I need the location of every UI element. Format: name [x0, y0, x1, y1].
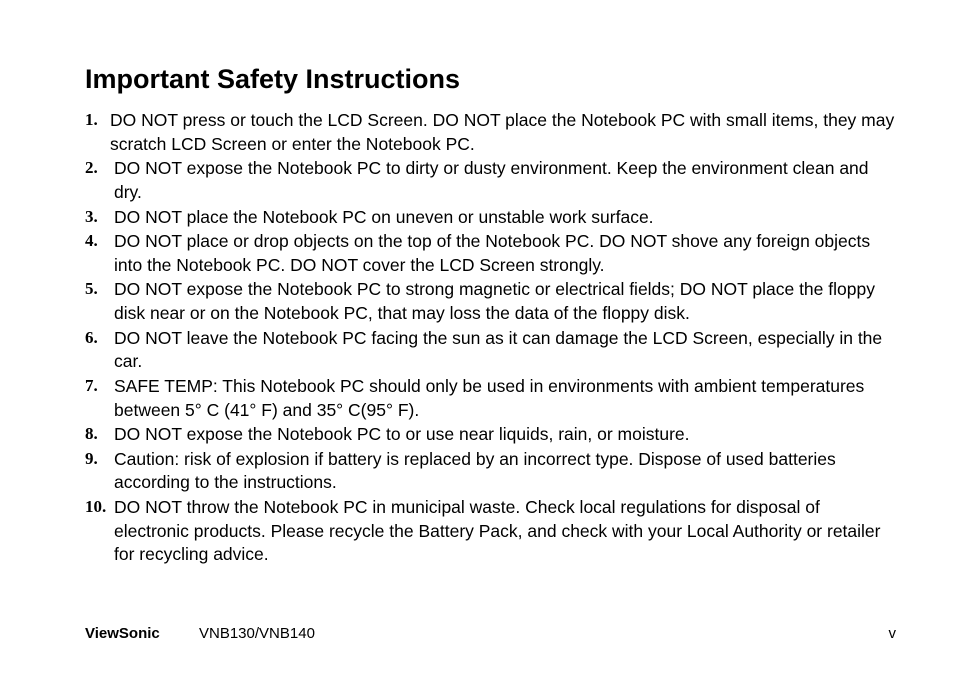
- list-item: 1. DO NOT press or touch the LCD Screen.…: [85, 109, 896, 156]
- footer-brand: ViewSonic: [85, 625, 199, 642]
- list-number: 1.: [85, 109, 110, 156]
- list-text: DO NOT place or drop objects on the top …: [114, 230, 896, 277]
- list-item: 7. SAFE TEMP: This Notebook PC should on…: [85, 375, 896, 422]
- list-text: DO NOT throw the Notebook PC in municipa…: [114, 496, 896, 567]
- footer-model: VNB130/VNB140: [199, 625, 315, 642]
- list-text: DO NOT leave the Notebook PC facing the …: [114, 327, 896, 374]
- list-item: 2. DO NOT expose the Notebook PC to dirt…: [85, 157, 896, 204]
- footer-page-number: v: [889, 625, 897, 642]
- safety-instructions-list: 1. DO NOT press or touch the LCD Screen.…: [85, 109, 896, 567]
- list-number: 9.: [85, 448, 114, 495]
- list-text: DO NOT press or touch the LCD Screen. DO…: [110, 109, 896, 156]
- list-item: 6. DO NOT leave the Notebook PC facing t…: [85, 327, 896, 374]
- list-text: DO NOT expose the Notebook PC to dirty o…: [114, 157, 896, 204]
- list-number: 2.: [85, 157, 114, 204]
- list-number: 10.: [85, 496, 114, 567]
- list-number: 5.: [85, 278, 114, 325]
- list-text: DO NOT place the Notebook PC on uneven o…: [114, 206, 896, 230]
- list-number: 8.: [85, 423, 114, 447]
- list-number: 4.: [85, 230, 114, 277]
- list-text: Caution: risk of explosion if battery is…: [114, 448, 896, 495]
- list-number: 6.: [85, 327, 114, 374]
- list-item: 8. DO NOT expose the Notebook PC to or u…: [85, 423, 896, 447]
- page-title: Important Safety Instructions: [85, 64, 896, 95]
- list-item: 3. DO NOT place the Notebook PC on uneve…: [85, 206, 896, 230]
- list-number: 7.: [85, 375, 114, 422]
- list-item: 10. DO NOT throw the Notebook PC in muni…: [85, 496, 896, 567]
- list-item: 9. Caution: risk of explosion if battery…: [85, 448, 896, 495]
- list-text: DO NOT expose the Notebook PC to or use …: [114, 423, 896, 447]
- list-number: 3.: [85, 206, 114, 230]
- list-item: 4. DO NOT place or drop objects on the t…: [85, 230, 896, 277]
- page-footer: ViewSonic VNB130/VNB140 v: [85, 625, 896, 642]
- list-text: DO NOT expose the Notebook PC to strong …: [114, 278, 896, 325]
- list-item: 5. DO NOT expose the Notebook PC to stro…: [85, 278, 896, 325]
- list-text: SAFE TEMP: This Notebook PC should only …: [114, 375, 896, 422]
